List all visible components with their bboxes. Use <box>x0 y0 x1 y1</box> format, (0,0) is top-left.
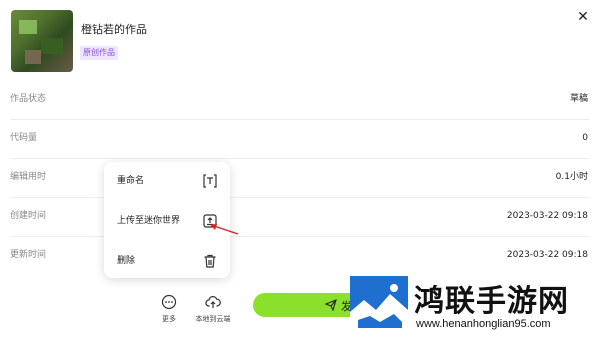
more-icon <box>161 294 177 310</box>
close-icon[interactable]: ✕ <box>575 9 591 25</box>
annotation-arrow-icon <box>210 224 239 235</box>
detail-row-code-count: 代码量 0 <box>10 119 590 159</box>
work-header: 橙钻若的作品 原创作品 ✕ <box>0 0 600 82</box>
work-title: 橙钻若的作品 <box>81 23 147 36</box>
detail-value: 2023-03-22 09:18 <box>506 250 588 260</box>
detail-row-status: 作品状态 草稿 <box>10 80 590 120</box>
menu-item-label: 上传至迷你世界 <box>117 216 181 226</box>
rename-icon <box>203 174 217 188</box>
detail-row-updated: 更新时间 2023-03-22 09:18 <box>10 236 590 275</box>
original-badge: 原创作品 <box>80 46 118 60</box>
thumbnail-block <box>19 20 37 34</box>
watermark: 鸿联手游网 www.henanhonglian95.com <box>350 274 600 338</box>
upload-label: 本地到云端 <box>195 315 231 323</box>
detail-label: 更新时间 <box>10 250 47 260</box>
watermark-url: www.henanhonglian95.com <box>416 318 551 330</box>
menu-item-label: 删除 <box>117 256 136 266</box>
detail-value: 0.1小时 <box>555 172 588 182</box>
send-icon <box>325 299 337 311</box>
detail-row-edit-time: 编辑用时 0.1小时 <box>10 158 590 198</box>
detail-value: 草稿 <box>569 94 588 104</box>
menu-item-rename[interactable]: 重命名 <box>104 162 230 200</box>
more-button[interactable]: 更多 <box>149 294 189 324</box>
detail-label: 作品状态 <box>10 94 47 104</box>
menu-item-delete[interactable]: 删除 <box>104 242 230 280</box>
thumbnail-block <box>25 50 41 64</box>
watermark-text: 鸿联手游网 <box>414 284 569 319</box>
detail-label: 创建时间 <box>10 211 47 221</box>
detail-label: 代码量 <box>10 133 38 143</box>
context-menu: 重命名 上传至迷你世界 删除 <box>104 162 230 278</box>
cloud-upload-icon <box>205 296 221 308</box>
detail-label: 编辑用时 <box>10 172 47 182</box>
watermark-logo-icon <box>350 276 408 334</box>
trash-icon <box>204 254 216 268</box>
thumbnail-block <box>41 38 63 54</box>
work-thumbnail[interactable] <box>11 10 73 72</box>
more-label: 更多 <box>162 315 176 323</box>
upload-to-cloud-button[interactable]: 本地到云端 <box>193 294 233 324</box>
menu-item-label: 重命名 <box>117 176 145 186</box>
detail-row-created: 创建时间 2023-03-22 09:18 <box>10 197 590 237</box>
detail-value: 2023-03-22 09:18 <box>506 211 588 221</box>
detail-value: 0 <box>582 133 588 143</box>
